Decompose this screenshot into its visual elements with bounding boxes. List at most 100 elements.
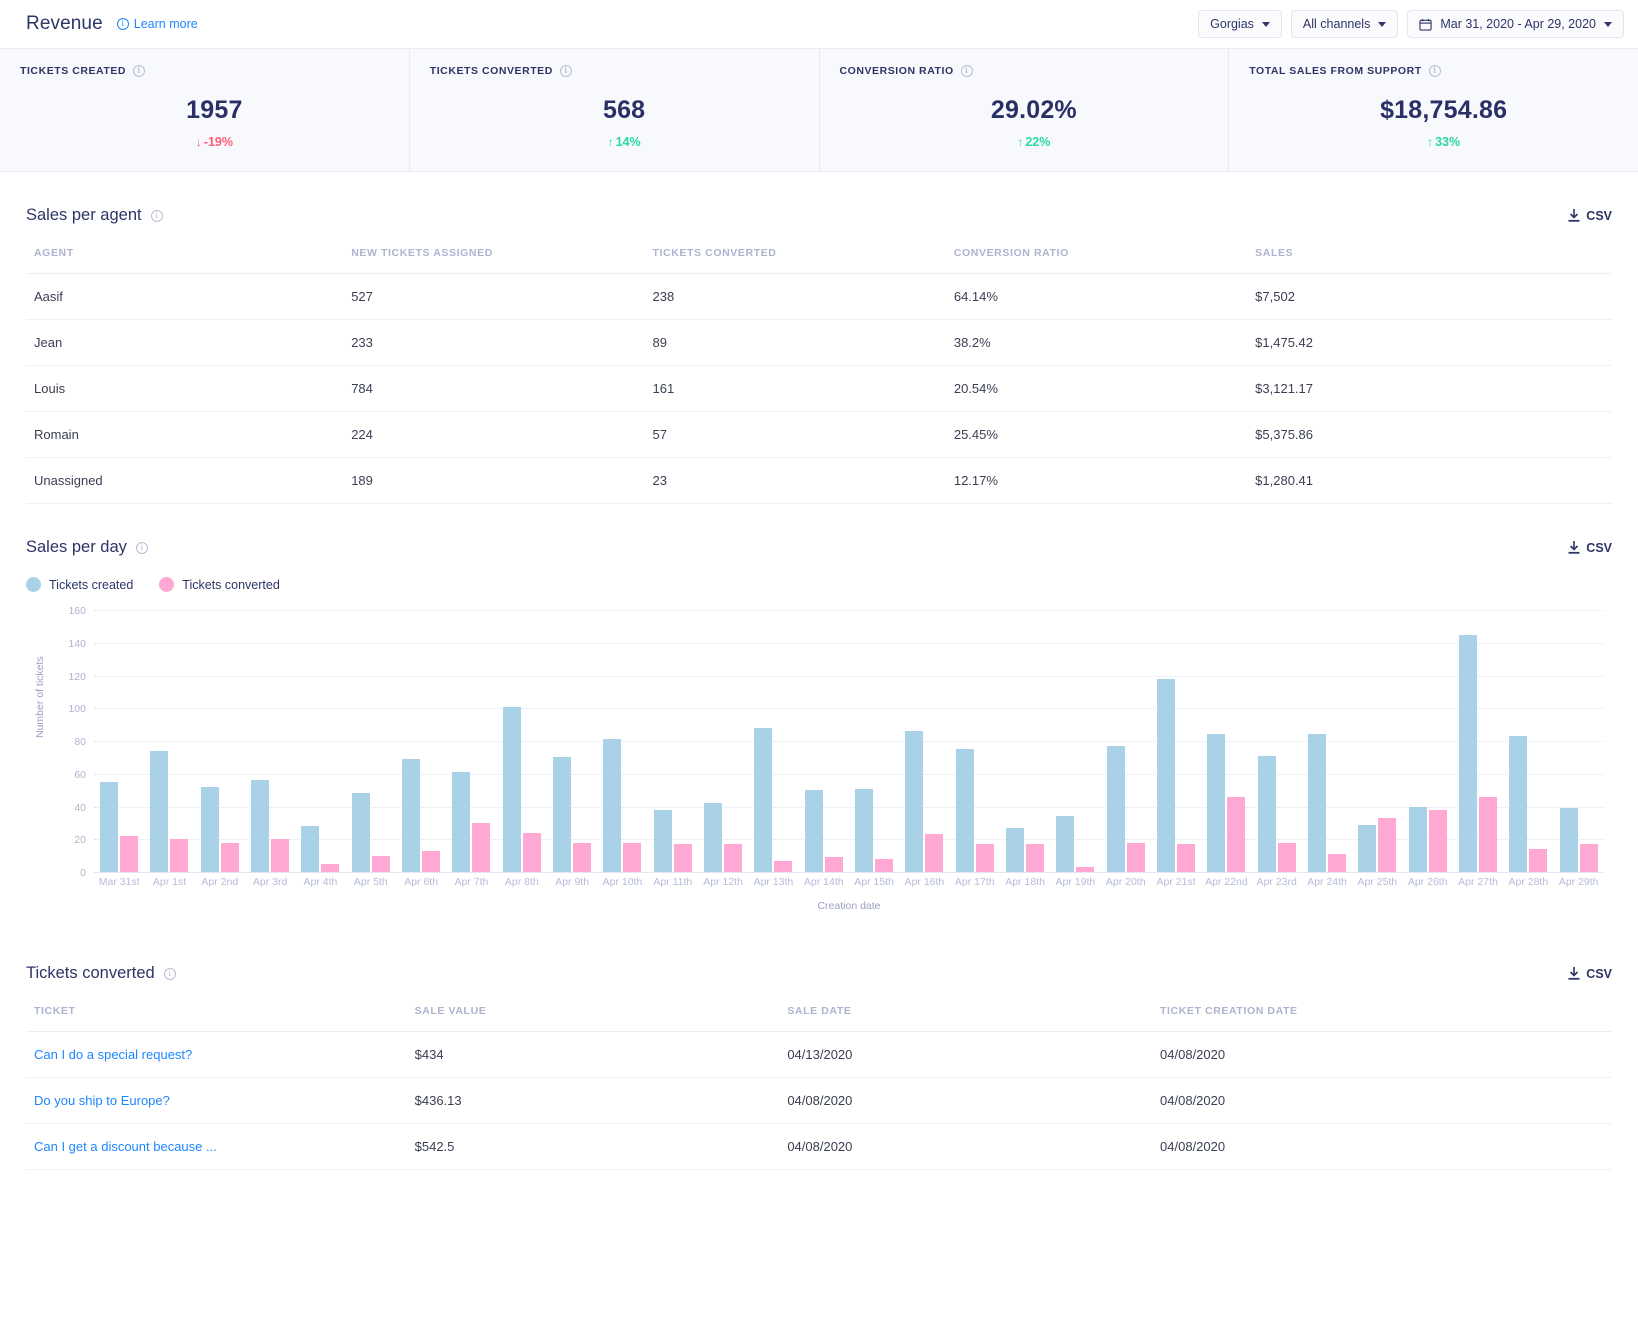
download-csv-button[interactable]: CSV — [1568, 967, 1612, 981]
learn-more-link[interactable]: Learn more — [116, 17, 198, 31]
chart-bar-created[interactable] — [301, 826, 320, 872]
table-row[interactable]: Unassigned 189 23 12.17% $1,280.41 — [26, 457, 1612, 504]
chart-bar-group[interactable] — [950, 610, 1000, 872]
chart-bar-group[interactable] — [849, 610, 899, 872]
chart-bar-converted[interactable] — [824, 857, 843, 872]
chart-bar-group[interactable] — [648, 610, 698, 872]
date-range-selector[interactable]: Mar 31, 2020 - Apr 29, 2020 — [1407, 10, 1624, 38]
chart-bar-converted[interactable] — [321, 863, 340, 872]
chart-bar-converted[interactable] — [1277, 842, 1296, 872]
channel-selector[interactable]: All channels — [1290, 10, 1399, 38]
chart-bar-group[interactable] — [899, 610, 949, 872]
chart-bar-created[interactable] — [1559, 808, 1578, 872]
chart-bar-created[interactable] — [553, 757, 572, 872]
cell-ticket-link[interactable]: Do you ship to Europe? — [26, 1077, 407, 1124]
chart-bar-converted[interactable] — [875, 858, 894, 872]
info-icon[interactable] — [135, 541, 148, 554]
chart-bar-created[interactable] — [905, 731, 924, 872]
chart-bar-converted[interactable] — [1579, 844, 1598, 872]
chart-bar-created[interactable] — [804, 790, 823, 872]
info-icon[interactable] — [133, 64, 146, 77]
chart-bar-converted[interactable] — [1479, 796, 1498, 872]
table-row[interactable]: Do you ship to Europe? $436.13 04/08/202… — [26, 1077, 1612, 1124]
chart-bar-created[interactable] — [1207, 734, 1226, 872]
chart-bar-created[interactable] — [653, 809, 672, 872]
chart-bar-group[interactable] — [295, 610, 345, 872]
info-icon[interactable] — [150, 209, 163, 222]
table-row[interactable]: Can I do a special request? $434 04/13/2… — [26, 1031, 1612, 1078]
download-csv-button[interactable]: CSV — [1568, 541, 1612, 555]
chart-bar-created[interactable] — [1006, 827, 1025, 872]
chart-bar-converted[interactable] — [623, 842, 642, 872]
chart-bar-created[interactable] — [1408, 806, 1427, 872]
chart-bar-group[interactable] — [1352, 610, 1402, 872]
chart-bar-group[interactable] — [1000, 610, 1050, 872]
chart-bar-converted[interactable] — [673, 844, 692, 872]
chart-bar-group[interactable] — [1252, 610, 1302, 872]
chart-bar-converted[interactable] — [774, 860, 793, 872]
chart-bar-converted[interactable] — [1378, 817, 1397, 872]
chart-bar-group[interactable] — [1050, 610, 1100, 872]
chart-bar-created[interactable] — [100, 781, 119, 872]
download-csv-button[interactable]: CSV — [1568, 209, 1612, 223]
chart-bar-group[interactable] — [698, 610, 748, 872]
chart-bar-group[interactable] — [1453, 610, 1503, 872]
chart-bar-group[interactable] — [346, 610, 396, 872]
legend-item-tickets-created[interactable]: Tickets created — [26, 577, 133, 592]
chart-bar-group[interactable] — [1503, 610, 1553, 872]
chart-bar-group[interactable] — [497, 610, 547, 872]
chart-bar-created[interactable] — [502, 706, 521, 872]
chart-bar-created[interactable] — [150, 750, 169, 872]
chart-bar-created[interactable] — [855, 788, 874, 872]
chart-bar-converted[interactable] — [573, 842, 592, 872]
chart-bar-converted[interactable] — [271, 839, 290, 872]
chart-bar-converted[interactable] — [1529, 849, 1548, 872]
chart-bar-group[interactable] — [446, 610, 496, 872]
chart-bar-group[interactable] — [245, 610, 295, 872]
chart-bar-converted[interactable] — [1076, 867, 1095, 872]
chart-bar-created[interactable] — [955, 749, 974, 872]
cell-ticket-link[interactable]: Can I do a special request? — [26, 1031, 407, 1078]
chart-bar-created[interactable] — [1157, 678, 1176, 872]
chart-bar-created[interactable] — [1459, 634, 1478, 872]
chart-bar-converted[interactable] — [1026, 844, 1045, 872]
chart-bar-group[interactable] — [1302, 610, 1352, 872]
chart-bar-converted[interactable] — [1328, 854, 1347, 872]
chart-bar-group[interactable] — [799, 610, 849, 872]
chart-bar-converted[interactable] — [925, 834, 944, 872]
chart-bar-converted[interactable] — [371, 855, 390, 872]
chart-bar-converted[interactable] — [1227, 796, 1246, 872]
cell-ticket-link[interactable]: Can I get a discount because ... — [26, 1123, 407, 1170]
chart-bar-group[interactable] — [195, 610, 245, 872]
chart-bar-converted[interactable] — [975, 844, 994, 872]
chart-bar-created[interactable] — [1257, 755, 1276, 872]
info-icon[interactable] — [1428, 64, 1441, 77]
chart-bar-converted[interactable] — [1126, 842, 1145, 872]
chart-bar-converted[interactable] — [1428, 809, 1447, 872]
chart-bar-converted[interactable] — [170, 839, 189, 872]
chart-bar-converted[interactable] — [422, 850, 441, 872]
chart-bar-converted[interactable] — [120, 835, 139, 872]
table-row[interactable]: Aasif 527 238 64.14% $7,502 — [26, 273, 1612, 320]
chart-bar-created[interactable] — [1509, 736, 1528, 872]
chart-bar-group[interactable] — [396, 610, 446, 872]
info-icon[interactable] — [163, 967, 176, 980]
chart-bar-group[interactable] — [144, 610, 194, 872]
info-icon[interactable] — [960, 64, 973, 77]
chart-bar-created[interactable] — [251, 780, 270, 872]
chart-bar-group[interactable] — [597, 610, 647, 872]
chart-bar-group[interactable] — [748, 610, 798, 872]
table-row[interactable]: Louis 784 161 20.54% $3,121.17 — [26, 365, 1612, 412]
table-row[interactable]: Romain 224 57 25.45% $5,375.86 — [26, 411, 1612, 458]
legend-item-tickets-converted[interactable]: Tickets converted — [159, 577, 280, 592]
chart-bar-created[interactable] — [200, 786, 219, 872]
table-row[interactable]: Can I get a discount because ... $542.5 … — [26, 1123, 1612, 1170]
chart-bar-created[interactable] — [402, 759, 421, 872]
chart-bar-created[interactable] — [754, 727, 773, 872]
info-icon[interactable] — [559, 64, 572, 77]
chart-bar-converted[interactable] — [522, 832, 541, 872]
chart-bar-converted[interactable] — [1177, 844, 1196, 872]
chart-bar-created[interactable] — [603, 739, 622, 872]
chart-bar-group[interactable] — [1151, 610, 1201, 872]
table-row[interactable]: Jean 233 89 38.2% $1,475.42 — [26, 319, 1612, 366]
